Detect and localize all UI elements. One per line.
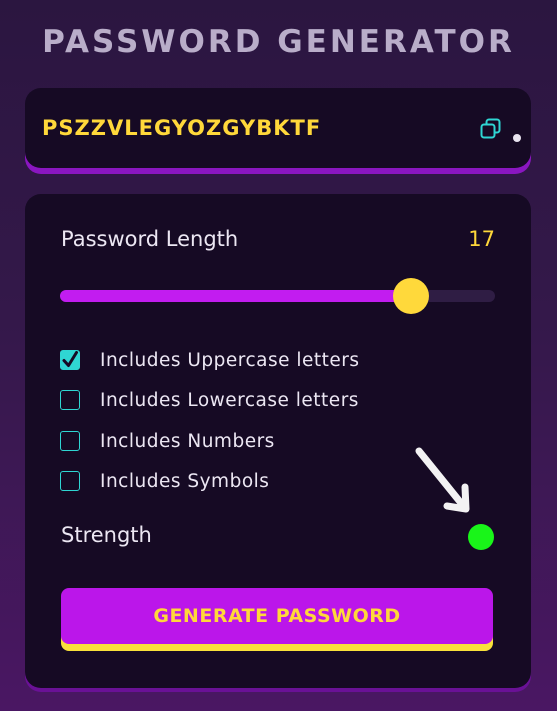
arrow-icon — [415, 447, 470, 513]
uppercase-label: Includes Uppercase letters — [100, 349, 360, 371]
generate-password-label: GENERATE PASSWORD — [153, 605, 401, 627]
slider-fill — [60, 290, 411, 302]
lowercase-checkbox[interactable] — [60, 390, 80, 410]
option-numbers[interactable]: Includes Numbers — [60, 428, 275, 454]
lowercase-label: Includes Lowercase letters — [100, 389, 359, 411]
password-display: PSZZVLEGYOZGYBKTF — [25, 88, 531, 168]
copy-button[interactable] — [479, 117, 503, 141]
option-lowercase[interactable]: Includes Lowercase letters — [60, 387, 359, 413]
uppercase-checkbox[interactable] — [60, 350, 80, 370]
checkmark-icon — [62, 351, 78, 367]
strength-label: Strength — [61, 523, 152, 547]
settings-panel: Password Length 17 Includes Uppercase le… — [25, 194, 531, 688]
symbols-checkbox[interactable] — [60, 471, 80, 491]
password-length-label: Password Length — [61, 227, 239, 251]
password-length-slider[interactable] — [60, 278, 495, 314]
password-value: PSZZVLEGYOZGYBKTF — [42, 116, 322, 140]
option-symbols[interactable]: Includes Symbols — [60, 468, 269, 494]
slider-thumb[interactable] — [393, 278, 429, 314]
password-length-value: 17 — [468, 227, 495, 251]
strength-indicator — [468, 524, 494, 550]
numbers-label: Includes Numbers — [100, 430, 275, 452]
page-title: PASSWORD GENERATOR — [42, 24, 515, 60]
numbers-checkbox[interactable] — [60, 431, 80, 451]
symbols-label: Includes Symbols — [100, 470, 270, 492]
option-uppercase[interactable]: Includes Uppercase letters — [60, 347, 360, 373]
cursor-dot — [513, 134, 521, 142]
copy-icon — [480, 118, 501, 139]
generate-password-button[interactable]: GENERATE PASSWORD — [61, 588, 493, 644]
